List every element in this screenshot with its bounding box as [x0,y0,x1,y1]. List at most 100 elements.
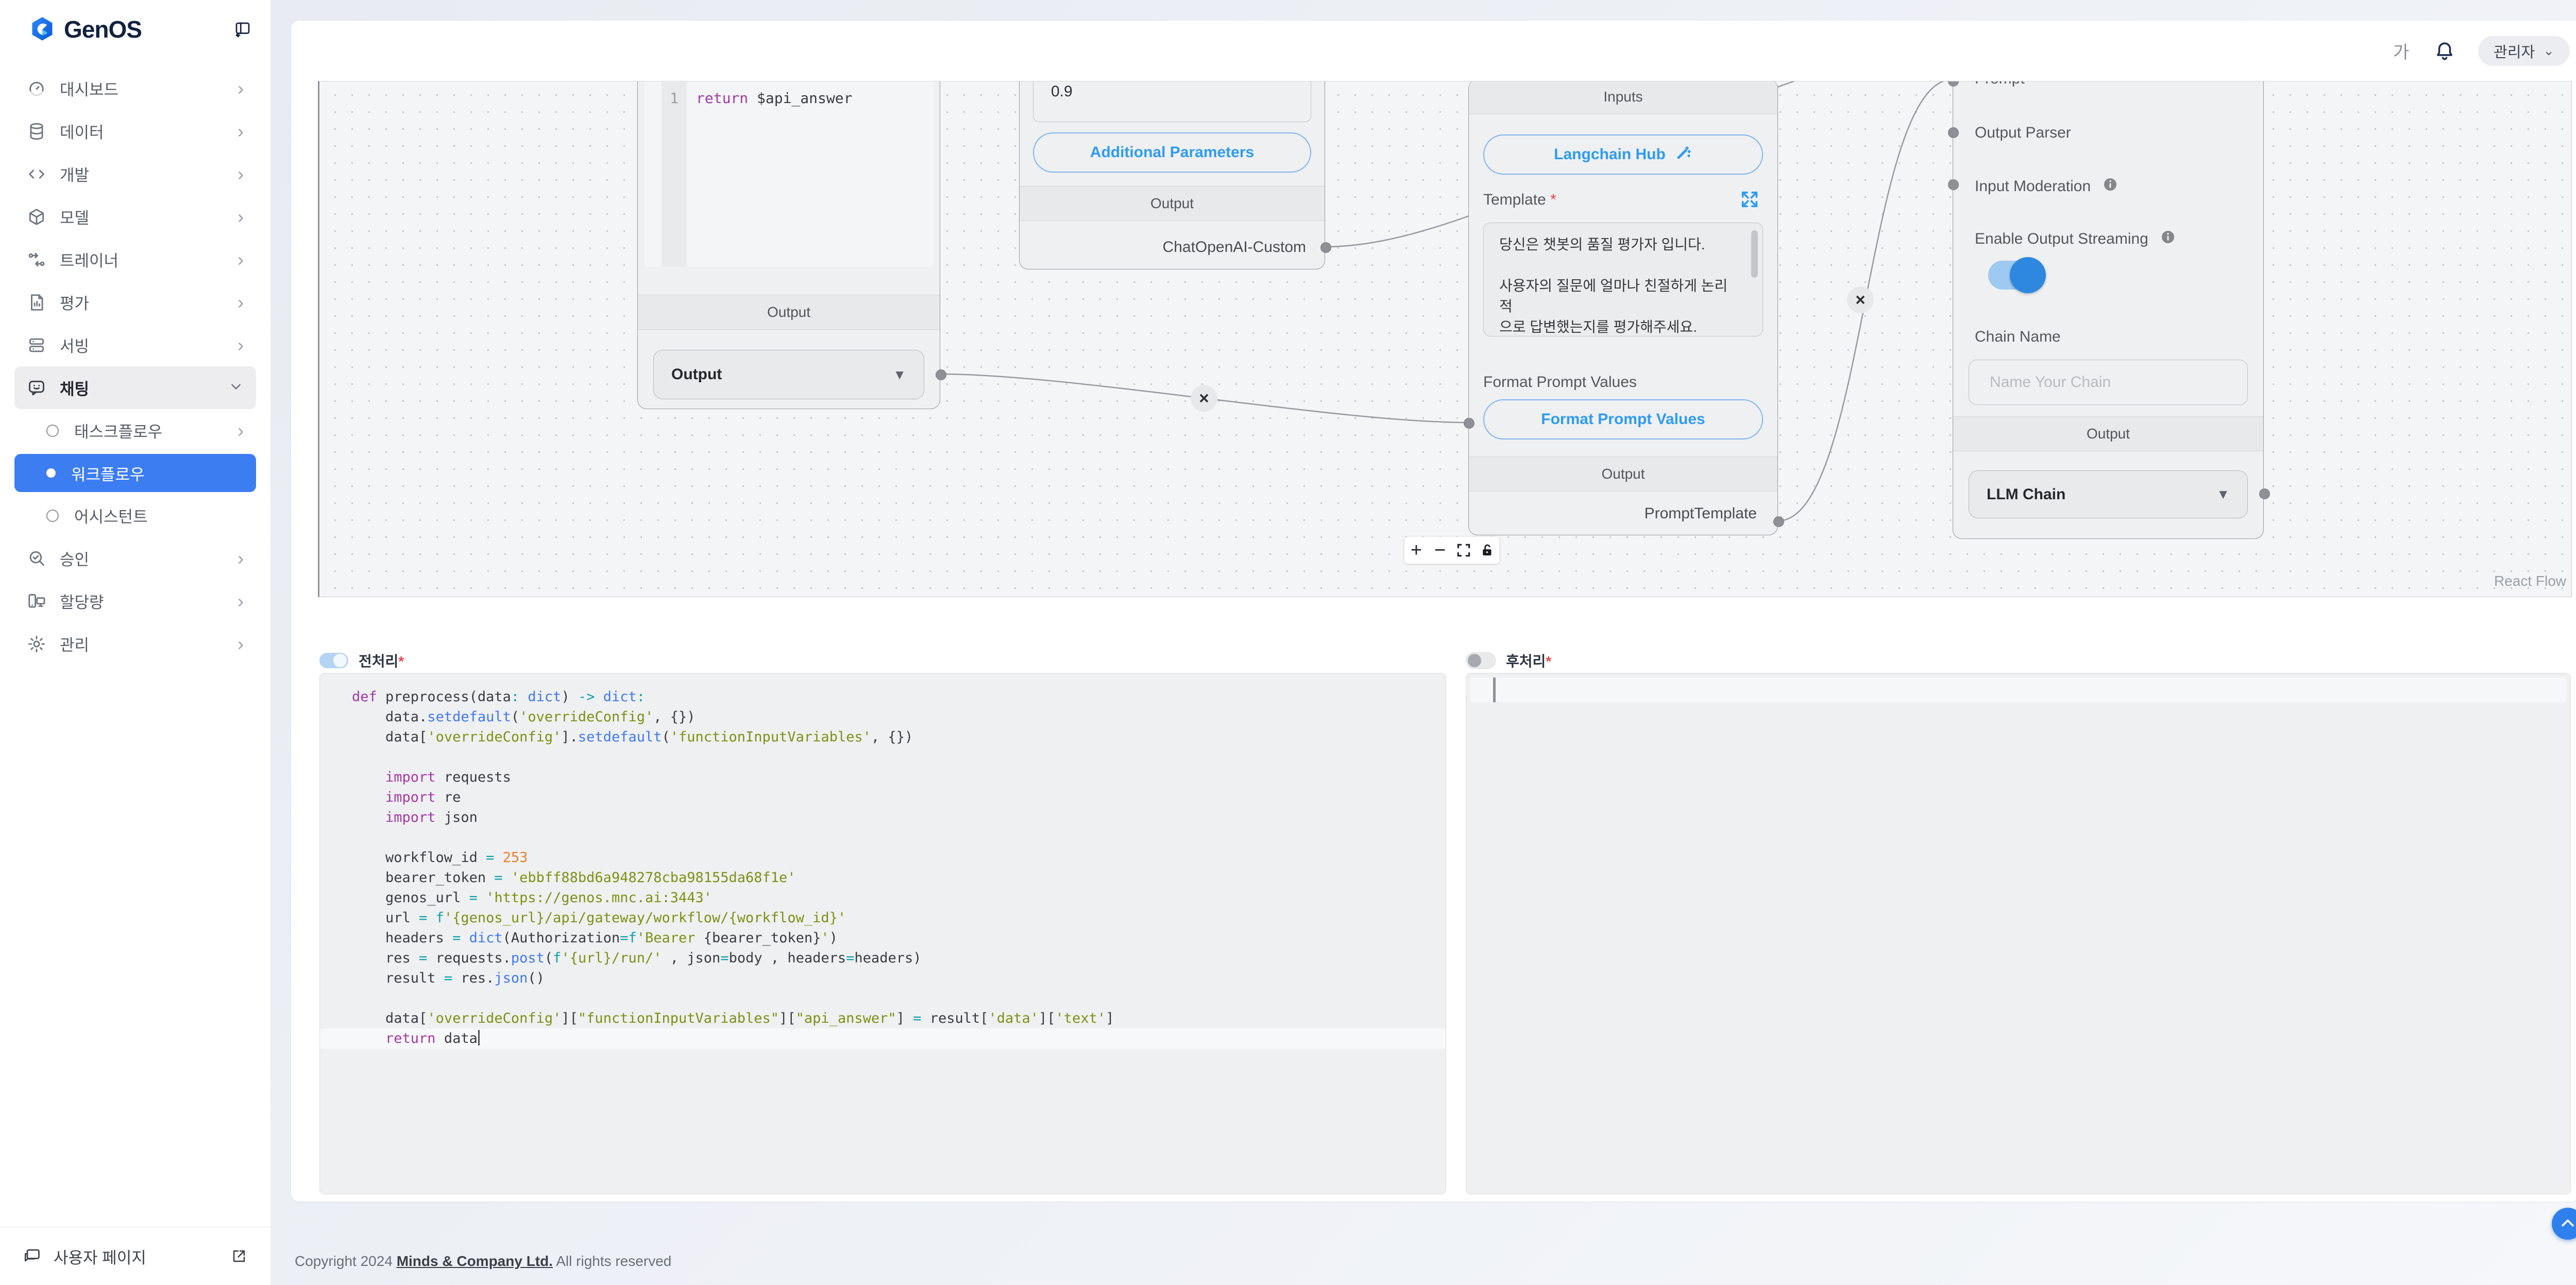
postprocess-code-editor[interactable] [1466,673,2571,1194]
output-section-header: Output [1020,186,1325,221]
format-prompt-values-label: Format Prompt Values [1483,374,1637,391]
sidebar: GenOS 대시보드 › 데이터 › 개발 › 모델 › 트레이너 › [0,0,270,1285]
text-cursor [1493,678,1496,702]
chevron-right-icon: › [238,208,244,226]
chain-name-input[interactable]: Name Your Chain [1969,360,2248,405]
bullet-circle-icon [46,510,59,522]
sidebar-item-label: 워크플로우 [71,462,145,485]
template-textarea[interactable]: 당신은 챗봇의 품질 평가자 입니다. 사용자의 질문에 얼마나 친절하게 논리… [1483,223,1763,336]
postprocess-toggle[interactable] [1466,652,1496,669]
sidebar-item-label: 어시스턴트 [74,504,148,527]
profile-menu-button[interactable]: 관리자 ⌄ [2478,36,2570,66]
company-link[interactable]: Minds & Company Ltd. [397,1253,553,1269]
format-prompt-values-button[interactable]: Format Prompt Values [1483,399,1763,439]
textarea-scrollbar-thumb[interactable] [1751,230,1758,278]
expand-icon[interactable] [1739,189,1760,212]
sidebar-item-label: 할당량 [60,589,104,613]
node-llm-chain[interactable]: Prompt Output Parser Input Moderation En… [1953,81,2264,539]
sidebar-item-approval[interactable]: 승인 › [14,537,256,580]
additional-parameters-button[interactable]: Additional Parameters [1033,132,1311,173]
langchain-hub-button[interactable]: Langchain Hub [1483,134,1763,175]
sidebar-item-chat[interactable]: 채팅 [14,366,256,409]
gear-icon [27,634,46,654]
sidebar-item-label: 서빙 [60,333,89,357]
chevron-right-icon: › [238,336,244,354]
node-custom-function[interactable]: 1 return $api_answer Output Output ▼ [637,81,940,409]
sidebar-item-serving[interactable]: 서빙 › [14,324,256,366]
chain-type-select[interactable]: LLM Chain ▼ [1969,470,2248,518]
fit-view-button[interactable] [1452,537,1476,564]
sidebar-item-quota[interactable]: 할당량 › [14,580,256,622]
bullet-circle-icon [46,425,59,437]
handle-llmchain-output[interactable] [2259,488,2270,499]
sidebar-item-data[interactable]: 데이터 › [14,110,256,153]
sidebar-item-label: 평가 [60,291,89,314]
chat-square-icon [23,1247,41,1265]
preprocess-toggle[interactable] [319,653,348,668]
info-icon[interactable] [2160,229,2176,249]
chevron-down-icon [228,379,244,397]
scroll-to-top-button[interactable] [2552,1208,2576,1240]
sidebar-item-admin[interactable]: 관리 › [14,622,256,665]
node-chat-openai[interactable]: 0.9 Additional Parameters Output ChatOpe… [1019,81,1325,269]
select-arrow-icon: ▼ [893,367,906,383]
code-icon [27,164,46,184]
handle-input-moderation-input[interactable] [1948,179,1959,190]
app-title: GenOS [64,15,142,43]
sidebar-item-trainer[interactable]: 트레이너 › [14,238,256,281]
sidebar-item-workflow[interactable]: 워크플로우 [14,454,256,492]
output-variable-select[interactable]: Output ▼ [653,350,924,399]
input-moderation-label: Input Moderation [1975,176,2119,197]
chevron-right-icon: › [238,165,244,183]
preprocess-code: def preprocess(data: dict) -> dict: data… [320,673,1446,1049]
chevron-right-icon: › [238,250,244,269]
chain-name-label: Chain Name [1975,328,2061,346]
magic-wand-icon [1675,144,1692,165]
sidebar-item-label: 채팅 [60,376,89,399]
preprocess-toggle-row: 전처리* [319,650,404,671]
sidebar-item-dev[interactable]: 개발 › [14,153,256,195]
edge-delete-button[interactable]: × [1191,385,1217,412]
devices-icon [27,591,46,611]
workflow-canvas[interactable]: 1 return $api_answer Output Output ▼ 0.9… [318,81,2572,597]
handle-prompt-values-input[interactable] [1464,418,1475,429]
output-section-header: Output [638,295,940,330]
lock-button[interactable] [1476,537,1499,564]
sidebar-item-eval[interactable]: 평가 › [14,281,256,324]
sidebar-item-taskflow[interactable]: 태스크플로우 › [14,409,256,452]
chevron-down-icon: ⌄ [2543,43,2554,59]
handle-chatopenai-output[interactable] [1320,242,1331,253]
streaming-toggle[interactable] [1988,261,2044,290]
temperature-input[interactable]: 0.9 [1033,81,1311,122]
sidebar-item-assistant[interactable]: 어시스턴트 [14,494,256,537]
handle-code-output[interactable] [936,369,946,380]
user-page-label: 사용자 페이지 [54,1245,146,1268]
genos-logo-icon [29,16,56,43]
node-code-editor[interactable]: 1 return $api_answer [645,81,934,267]
sidebar-item-dashboard[interactable]: 대시보드 › [14,67,256,110]
chevron-right-icon: › [238,549,244,568]
preprocess-code-editor[interactable]: def preprocess(data: dict) -> dict: data… [319,673,1446,1194]
font-size-button[interactable]: 가 [2393,38,2409,63]
prompt-input-label: Prompt [1975,81,2025,88]
chevron-right-icon: › [238,420,244,442]
user-page-link[interactable]: 사용자 페이지 [0,1227,270,1285]
inputs-section-header: Inputs [1469,81,1777,114]
edge-delete-button[interactable]: × [1847,286,1874,313]
react-flow-attribution[interactable]: React Flow [2494,573,2566,589]
sidebar-collapse-icon[interactable] [233,20,252,39]
code-line: return $api_answer [696,90,852,107]
info-icon[interactable] [2102,176,2119,197]
handle-prompttemplate-output[interactable] [1773,516,1784,527]
node-prompt-template[interactable]: Inputs Langchain Hub Template * 당신은 챗봇의 … [1468,81,1778,535]
copyright-text: Copyright 2024 Minds & Company Ltd. All … [295,1253,671,1270]
select-arrow-icon: ▼ [2216,486,2230,502]
zoom-out-button[interactable]: − [1428,537,1452,564]
notifications-bell-icon[interactable] [2434,40,2455,62]
zoom-in-button[interactable]: + [1404,537,1428,564]
sidebar-item-model[interactable]: 모델 › [14,195,256,238]
sidebar-item-label: 개발 [60,162,89,185]
external-link-icon [230,1247,248,1265]
handle-output-parser-input[interactable] [1948,127,1959,138]
output-handle-label: ChatOpenAI-Custom [1163,239,1306,256]
